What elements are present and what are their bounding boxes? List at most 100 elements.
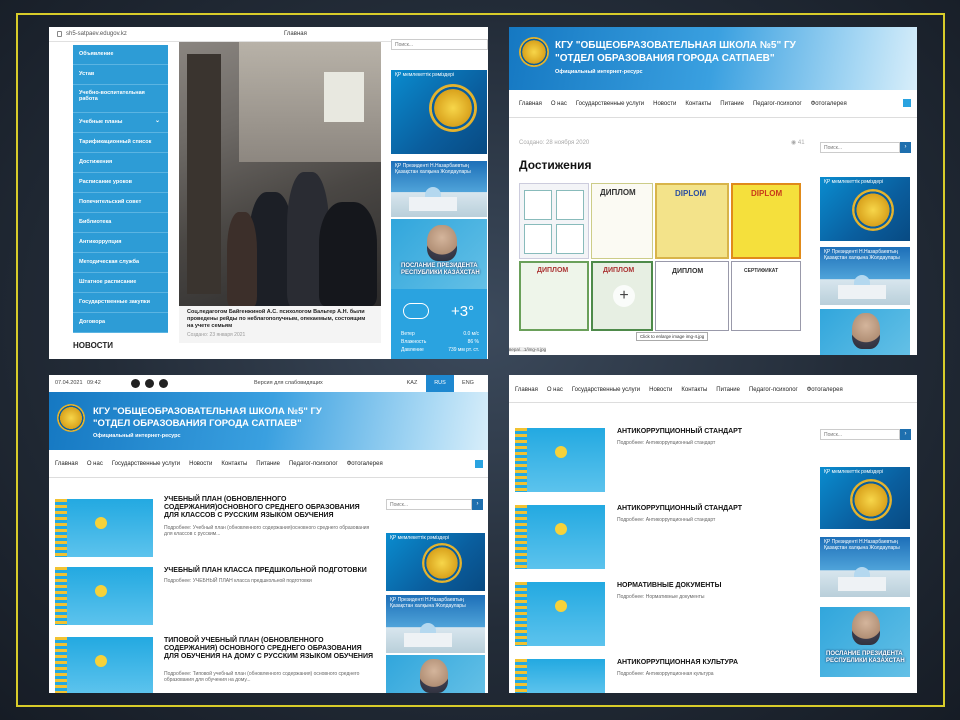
search-input[interactable]: Поиск... [820,429,900,440]
item-more-link[interactable]: Подробнее: УЧЕБНЫЙ ПЛАН класса предшколь… [164,578,379,584]
gallery-image-7[interactable]: ДИПЛОМ [655,261,729,331]
menu-item-tariff[interactable]: Тарификационный список [73,133,168,153]
nav-home[interactable]: Главная [55,461,78,467]
nav-contacts[interactable]: Контакты [685,101,711,107]
twitter-icon[interactable] [145,379,154,388]
menu-toggle-button[interactable] [475,460,483,468]
search-button[interactable]: › [900,142,911,153]
nav-food[interactable]: Питание [256,461,280,467]
banner-state-symbols[interactable]: ҚР мемлекеттік рәміздері [386,533,485,591]
nav-contacts[interactable]: Контакты [221,461,247,467]
nav-home[interactable]: Главная [519,101,542,107]
item-more-link[interactable]: Подробнее: Типовой учебный план (обновле… [164,671,374,684]
nav-food[interactable]: Питание [720,101,744,107]
item-thumbnail[interactable] [55,499,153,557]
nav-about[interactable]: О нас [547,387,563,393]
gallery-image-8[interactable]: СЕРТИФИКАТ [731,261,801,331]
item-thumbnail[interactable] [515,505,605,569]
gallery-image-5[interactable]: ДИПЛОМ [519,261,589,331]
nav-psychologist[interactable]: Педагог-психолог [753,101,802,107]
menu-item-achievements[interactable]: Достижения [73,153,168,173]
nav-home[interactable]: Главная [515,387,538,393]
nav-services[interactable]: Государственные услуги [112,461,180,467]
nav-psychologist[interactable]: Педагог-психолог [749,387,798,393]
menu-item-methodical[interactable]: Методическая служба [73,253,168,273]
item-more-link[interactable]: Подробнее: Учебный план (обновленного со… [164,525,374,538]
item-title[interactable]: АНТИКОРРУПЦИОННЫЙ СТАНДАРТ [617,428,807,436]
menu-item-charter[interactable]: Устав [73,65,168,85]
item-thumbnail[interactable] [515,428,605,492]
nav-gallery[interactable]: Фотогалерея [811,101,847,107]
search-button[interactable]: › [900,429,911,440]
banner-president-message[interactable]: ПОСЛАНИЕ ПРЕЗИДЕНТА РЕСПУБЛИКИ КАЗАХСТАН [391,219,487,289]
item-thumbnail[interactable] [515,659,605,693]
nav-food[interactable]: Питание [716,387,740,393]
nav-contacts[interactable]: Контакты [681,387,707,393]
menu-item-schedule[interactable]: Расписание уроков [73,173,168,193]
menu-item-procurement[interactable]: Государственные закупки [73,293,168,313]
menu-item-curricula[interactable]: Учебные планы ⌄ [73,113,168,133]
nav-psychologist[interactable]: Педагог-психолог [289,461,338,467]
gallery-image-3[interactable]: DIPLOM [655,183,729,259]
lang-kaz[interactable]: KAZ [398,375,426,392]
banner-state-symbols[interactable]: ҚР мемлекеттік рәміздері [820,467,910,529]
item-title[interactable]: УЧЕБНЫЙ ПЛАН (ОБНОВЛЕННОГО СОДЕРЖАНИЯ)ОС… [164,496,374,520]
search-button[interactable]: › [472,499,483,510]
menu-item-anticorruption[interactable]: Антикоррупция [73,233,168,253]
menu-item-council[interactable]: Попечительский совет [73,193,168,213]
banner-president-addresses[interactable]: ҚР Президенті Н.Назарбаевтың Қазақстан х… [391,161,487,217]
nav-about[interactable]: О нас [87,461,103,467]
item-title[interactable]: УЧЕБНЫЙ ПЛАН КЛАССА ПРЕДШКОЛЬНОЙ ПОДГОТО… [164,567,379,575]
item-title[interactable]: АНТИКОРРУПЦИОННАЯ КУЛЬТУРА [617,659,807,667]
url-text[interactable]: sh5-satpaev.edugov.kz [66,31,127,37]
search-input[interactable]: Поиск... [391,39,488,50]
banner-president-message[interactable] [820,309,910,355]
news-photo[interactable] [179,42,381,306]
banner-state-symbols[interactable]: ҚР мемлекеттік рәміздері [391,70,487,154]
vk-icon[interactable] [159,379,168,388]
nav-news[interactable]: Новости [189,461,212,467]
item-more-link[interactable]: Подробнее: Антикоррупционный стандарт [617,440,807,446]
item-more-link[interactable]: Подробнее: Нормативные документы [617,594,807,600]
item-title[interactable]: АНТИКОРРУПЦИОННЫЙ СТАНДАРТ [617,505,807,513]
gallery-image-1[interactable] [519,183,589,259]
banner-president-addresses[interactable]: ҚР Президенті Н.Назарбаевтың Қазақстан х… [820,247,910,305]
menu-toggle-button[interactable] [903,99,911,107]
item-thumbnail[interactable] [55,567,153,625]
item-more-link[interactable]: Подробнее: Антикоррупционная культура [617,671,807,677]
president-portrait [420,659,448,693]
search-input[interactable]: Поиск... [820,142,900,153]
news-caption[interactable]: Соц.педагогом Байгенжиной А.С. психолого… [179,306,381,343]
gallery-image-4[interactable]: DIPLOM [731,183,801,259]
item-thumbnail[interactable] [55,637,153,693]
nav-about[interactable]: О нас [551,101,567,107]
banner-president-addresses[interactable]: ҚР Президенті Н.Назарбаевтың Қазақстан х… [386,595,485,653]
menu-item-education[interactable]: Учебно-воспитательная работа [73,85,168,113]
item-title[interactable]: НОРМАТИВНЫЕ ДОКУМЕНТЫ [617,582,807,590]
menu-item-contracts[interactable]: Договора [73,313,168,333]
accessibility-link[interactable]: Версия для слабовидящих [254,380,323,386]
menu-item-announcement[interactable]: Объявление [73,45,168,65]
item-thumbnail[interactable] [515,582,605,646]
zoom-icon[interactable]: + [613,285,635,307]
gallery-image-2[interactable]: ДИПЛОМ [591,183,653,259]
nav-services[interactable]: Государственные услуги [576,101,644,107]
nav-gallery[interactable]: Фотогалерея [347,461,383,467]
item-more-link[interactable]: Подробнее: Антикоррупционный стандарт [617,517,807,523]
lang-eng[interactable]: ENG [454,375,482,392]
search-input[interactable]: Поиск... [386,499,472,510]
menu-item-staff[interactable]: Штатное расписание [73,273,168,293]
nav-news[interactable]: Новости [653,101,676,107]
lang-rus[interactable]: RUS [426,375,454,392]
nav-news[interactable]: Новости [649,387,672,393]
gallery-image-6[interactable]: ДИПЛОМ + [591,261,653,331]
item-title[interactable]: ТИПОВОЙ УЧЕБНЫЙ ПЛАН (ОБНОВЛЕННОГО СОДЕР… [164,637,374,661]
banner-state-symbols[interactable]: ҚР мемлекеттік рәміздері [820,177,910,241]
facebook-icon[interactable] [131,379,140,388]
banner-president-addresses[interactable]: ҚР Президенті Н.Назарбаевтың Қазақстан х… [820,537,910,597]
nav-services[interactable]: Государственные услуги [572,387,640,393]
menu-item-library[interactable]: Библиотека [73,213,168,233]
banner-president-message[interactable] [386,655,485,693]
banner-president-message[interactable]: ПОСЛАНИЕ ПРЕЗИДЕНТА РЕСПУБЛИКИ КАЗАХСТАН [820,607,910,677]
nav-gallery[interactable]: Фотогалерея [807,387,843,393]
